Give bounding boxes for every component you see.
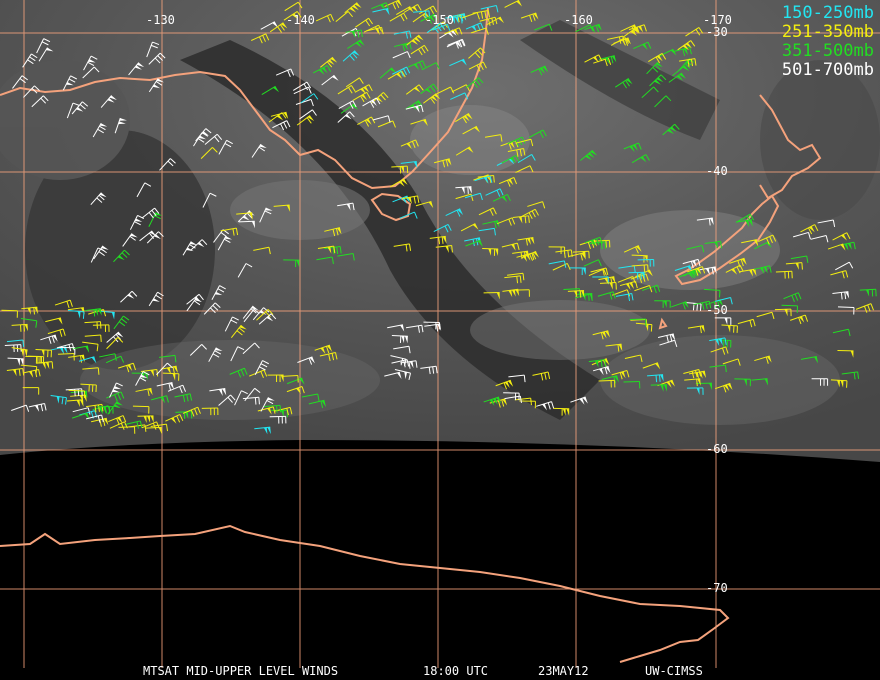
legend-entry-351-500: 351-500mb (781, 41, 874, 61)
legend-entry-150-250: 150-250mb (781, 3, 874, 23)
lon-label: -130 (146, 13, 175, 27)
caption-date: 23MAY12 (538, 664, 589, 678)
lat-label: -40 (706, 164, 728, 178)
lat-label: -50 (706, 303, 728, 317)
lon-label: -140 (286, 13, 315, 27)
pressure-legend: 150-250mb 251-350mb 351-500mb 501-700mb (782, 4, 874, 80)
satellite-map (0, 0, 880, 680)
lat-label: -70 (706, 581, 728, 595)
lon-label: -150 (425, 13, 454, 27)
caption-product: MTSAT MID-UPPER LEVEL WINDS (143, 664, 339, 678)
legend-entry-251-350: 251-350mb (781, 22, 874, 42)
caption-time: 18:00 UTC (423, 664, 489, 678)
legend-entry-501-700: 501-700mb (781, 60, 874, 80)
lat-label: -30 (706, 25, 728, 39)
image-caption: MTSAT MID-UPPER LEVEL WINDS 18:00 UTC 23… (0, 664, 880, 678)
lon-label: -160 (564, 13, 593, 27)
lat-label: -60 (706, 442, 728, 456)
caption-source: UW-CIMSS (645, 664, 703, 678)
